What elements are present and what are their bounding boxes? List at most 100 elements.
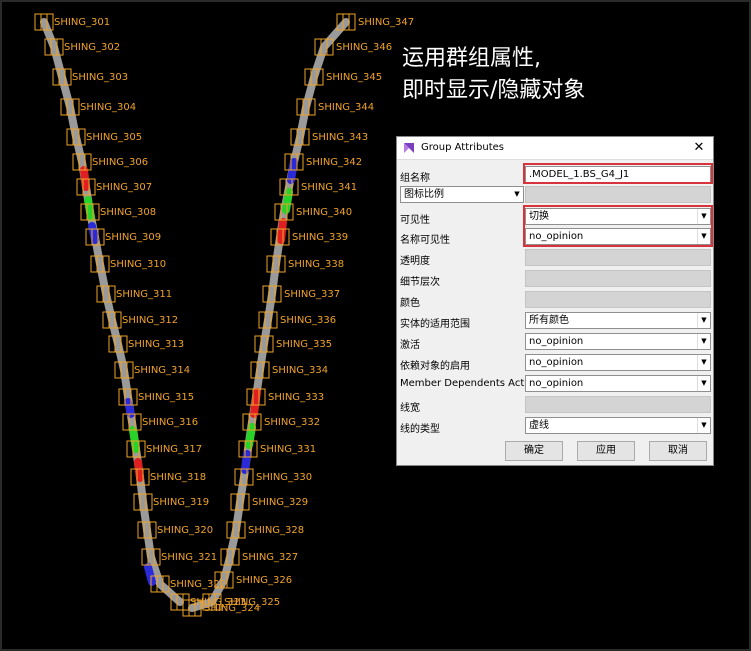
bushing-label: SHING_305	[86, 132, 143, 143]
icon-scale-value: 图标比例	[404, 189, 444, 200]
row-line-width: 线宽	[397, 395, 713, 416]
bushing-label: SHING_317	[146, 444, 203, 455]
bushing-label: SHING_326	[236, 575, 293, 586]
chevron-down-icon: ▼	[697, 376, 710, 391]
bushing-label: SHING_303	[72, 72, 129, 83]
chevron-down-icon: ▼	[697, 229, 710, 244]
row-color: 颜色	[397, 290, 713, 311]
group-name-label: 组名称	[400, 173, 430, 184]
chevron-down-icon: ▼	[697, 355, 710, 370]
bushing-label: SHING_308	[100, 207, 157, 218]
line-type-select[interactable]: 虚线 ▼	[525, 417, 711, 434]
detail-level-field	[525, 270, 711, 287]
bushing-label: SHING_331	[260, 444, 317, 455]
chevron-down-icon: ▼	[697, 334, 710, 349]
bushing-label: SHING_336	[280, 315, 337, 326]
close-icon[interactable]: ✕	[691, 140, 707, 156]
activate-select[interactable]: no_opinion ▼	[525, 333, 711, 350]
dialog-titlebar[interactable]: Group Attributes ✕	[397, 137, 713, 160]
bushing-label: SHING_302	[64, 42, 121, 53]
bushing-label: SHING_342	[306, 157, 363, 168]
bushing-label: SHING_304	[80, 102, 137, 113]
solid-scope-label: 实体的适用范围	[400, 319, 470, 330]
bushing-label: SHING_330	[256, 472, 313, 483]
row-line-type: 线的类型 虚线 ▼	[397, 416, 713, 437]
screenshot-frame: SHING_301 SHING_302 SHING_303 SHING_304 SHIN…	[0, 0, 751, 651]
cable-segment	[84, 196, 95, 221]
name-visibility-select[interactable]: no_opinion ▼	[525, 228, 711, 245]
caption-line-2: 即时显示/隐藏对象	[402, 78, 586, 103]
bushing-label: SHING_329	[252, 497, 309, 508]
group-name-input[interactable]: .MODEL_1.BS_G4_J1	[525, 166, 711, 183]
dependents-enable-select[interactable]: no_opinion ▼	[525, 354, 711, 371]
row-dependents-enable: 依赖对象的启用 no_opinion ▼	[397, 353, 713, 374]
bushing-label: SHING_311	[116, 289, 173, 300]
detail-level-label: 细节层次	[400, 277, 440, 288]
row-visibility: 可见性 切换 ▼	[397, 207, 713, 228]
icon-scale-select[interactable]: 图标比例 ▼	[400, 186, 524, 203]
visibility-select[interactable]: 切换 ▼	[525, 208, 711, 225]
activate-value: no_opinion	[529, 336, 584, 347]
row-solid-scope: 实体的适用范围 所有颜色 ▼	[397, 311, 713, 332]
bushing-label: SHING_312	[122, 315, 179, 326]
cable-segment	[250, 388, 261, 418]
bushing-label: SHING_309	[105, 232, 162, 243]
visibility-value: 切换	[529, 211, 549, 222]
bushing-label: SHING_340	[296, 207, 353, 218]
caption-line-1: 运用群组属性,	[402, 46, 541, 71]
bushing-label: SHING_301	[54, 17, 111, 28]
bushing-label: SHING_328	[248, 525, 305, 536]
bushing-label: SHING_341	[301, 182, 358, 193]
bushing-label: SHING_313	[128, 339, 185, 350]
solid-scope-value: 所有颜色	[529, 315, 569, 326]
bushing-label: SHING_319	[153, 497, 210, 508]
transparency-field	[525, 249, 711, 266]
bushing-label: SHING_346	[336, 42, 393, 53]
cable-segment	[134, 458, 144, 482]
name-visibility-label: 名称可见性	[400, 235, 450, 246]
name-visibility-value: no_opinion	[529, 231, 584, 242]
group-attributes-dialog: Group Attributes ✕ 组名称 .MODEL_1.BS_G4_J1…	[396, 136, 714, 466]
chevron-down-icon: ▼	[697, 209, 710, 224]
bushing-label: SHING_314	[134, 365, 191, 376]
bushing-label: SHING_310	[110, 259, 167, 270]
solid-scope-select[interactable]: 所有颜色 ▼	[525, 312, 711, 329]
chevron-down-icon: ▼	[697, 313, 710, 328]
dependents-enable-value: no_opinion	[529, 357, 584, 368]
icon-scale-field	[525, 186, 711, 203]
bushing-label: SHING_338	[288, 259, 345, 270]
ok-button[interactable]: 确定	[505, 441, 563, 461]
bushing-label: SHING_334	[272, 365, 329, 376]
bushing-label: SHING_316	[142, 417, 199, 428]
line-type-value: 虚线	[529, 420, 549, 431]
dependents-enable-label: 依赖对象的启用	[400, 361, 470, 372]
member-dependents-active-label: Member Dependents Active	[400, 378, 540, 389]
dialog-title: Group Attributes	[421, 142, 504, 153]
row-name-visibility: 名称可见性 no_opinion ▼	[397, 227, 713, 248]
row-group-name: 组名称 .MODEL_1.BS_G4_J1	[397, 165, 713, 186]
bushing-label: SHING_343	[312, 132, 369, 143]
bushing-label: SHING_344	[318, 102, 375, 113]
color-field	[525, 291, 711, 308]
color-label: 颜色	[400, 298, 420, 309]
bushing-label: SHING_335	[276, 339, 333, 350]
line-type-label: 线的类型	[400, 424, 440, 435]
member-dependents-active-select[interactable]: no_opinion ▼	[525, 375, 711, 392]
bushing-label: SHING_333	[268, 392, 325, 403]
bushing-label: SHING_347	[358, 17, 415, 28]
app-icon	[404, 143, 414, 153]
bushing-label: SHING_321	[161, 552, 218, 563]
transparency-label: 透明度	[400, 256, 430, 267]
member-dependents-active-value: no_opinion	[529, 378, 584, 389]
row-icon-scale: 图标比例 ▼	[397, 185, 713, 206]
row-activate: 激活 no_opinion ▼	[397, 332, 713, 353]
bushing-label: SHING_337	[284, 289, 341, 300]
apply-button[interactable]: 应用	[577, 441, 635, 461]
row-transparency: 透明度	[397, 248, 713, 269]
activate-label: 激活	[400, 340, 420, 351]
cancel-button[interactable]: 取消	[649, 441, 707, 461]
bushing-label: SHING_324	[204, 603, 261, 614]
bushing-label: SHING_307	[96, 182, 153, 193]
bushing-label: SHING_327	[242, 552, 299, 563]
bushing-label: SHING_332	[264, 417, 321, 428]
